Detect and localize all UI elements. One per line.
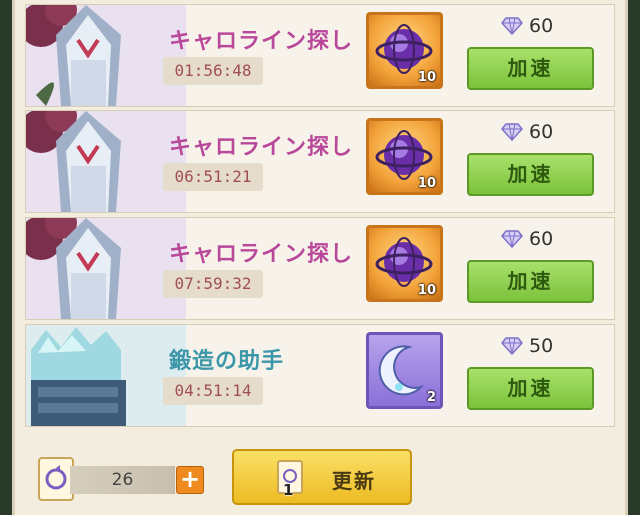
gem-cost-value: 60 (529, 121, 554, 143)
quest-timer: 04:51:14 (163, 377, 263, 405)
reward-item[interactable]: 10 (366, 12, 443, 89)
diamond-icon (501, 230, 523, 249)
quest-title: キャロライン探し (169, 29, 354, 54)
quest-title: 鍛造の助手 (169, 349, 285, 374)
refresh-cost: 1 (283, 481, 294, 499)
reward-item[interactable]: 10 (366, 225, 443, 302)
quest-row: キャロライン探し 07:59:32 10 60 加速 (25, 217, 615, 320)
reward-count: 10 (417, 70, 436, 85)
ticket-count: 26 (70, 466, 175, 494)
gem-cost-value: 60 (529, 15, 554, 37)
gem-cost: 60 (501, 121, 553, 143)
add-ticket-button[interactable]: + (176, 466, 204, 494)
quest-character-art (26, 5, 186, 106)
refresh-label: 更新 (332, 469, 376, 493)
diamond-icon (501, 17, 523, 36)
diamond-icon (501, 337, 523, 356)
speed-up-button[interactable]: 加速 (467, 367, 594, 410)
quest-character-art (26, 218, 186, 319)
reward-count: 10 (417, 176, 436, 191)
quest-character-art (26, 325, 186, 426)
quest-title: キャロライン探し (169, 242, 354, 267)
gem-cost: 60 (501, 15, 553, 37)
quest-row: キャロライン探し 01:56:48 10 60 加速 (25, 4, 615, 107)
refresh-button[interactable]: 1 更新 (232, 449, 412, 505)
diamond-icon (501, 123, 523, 142)
reward-item[interactable]: 10 (366, 118, 443, 195)
quest-title: キャロライン探し (169, 135, 354, 160)
gem-cost-value: 60 (529, 228, 554, 250)
speed-up-button[interactable]: 加速 (467, 260, 594, 303)
quest-row: キャロライン探し 06:51:21 10 60 加速 (25, 110, 615, 213)
reward-count: 2 (426, 390, 436, 405)
quest-timer: 01:56:48 (163, 57, 263, 85)
speed-up-button[interactable]: 加速 (467, 47, 594, 90)
gem-cost-value: 50 (529, 335, 554, 357)
refresh-ticket-icon (38, 457, 74, 501)
reward-count: 10 (417, 283, 436, 298)
quest-row: 鍛造の助手 04:51:14 2 50 加速 (25, 324, 615, 427)
gem-cost: 60 (501, 228, 553, 250)
quest-timer: 06:51:21 (163, 163, 263, 191)
speed-up-button[interactable]: 加速 (467, 153, 594, 196)
quest-character-art (26, 111, 186, 212)
quest-timer: 07:59:32 (163, 270, 263, 298)
reward-item[interactable]: 2 (366, 332, 443, 409)
gem-cost: 50 (501, 335, 553, 357)
